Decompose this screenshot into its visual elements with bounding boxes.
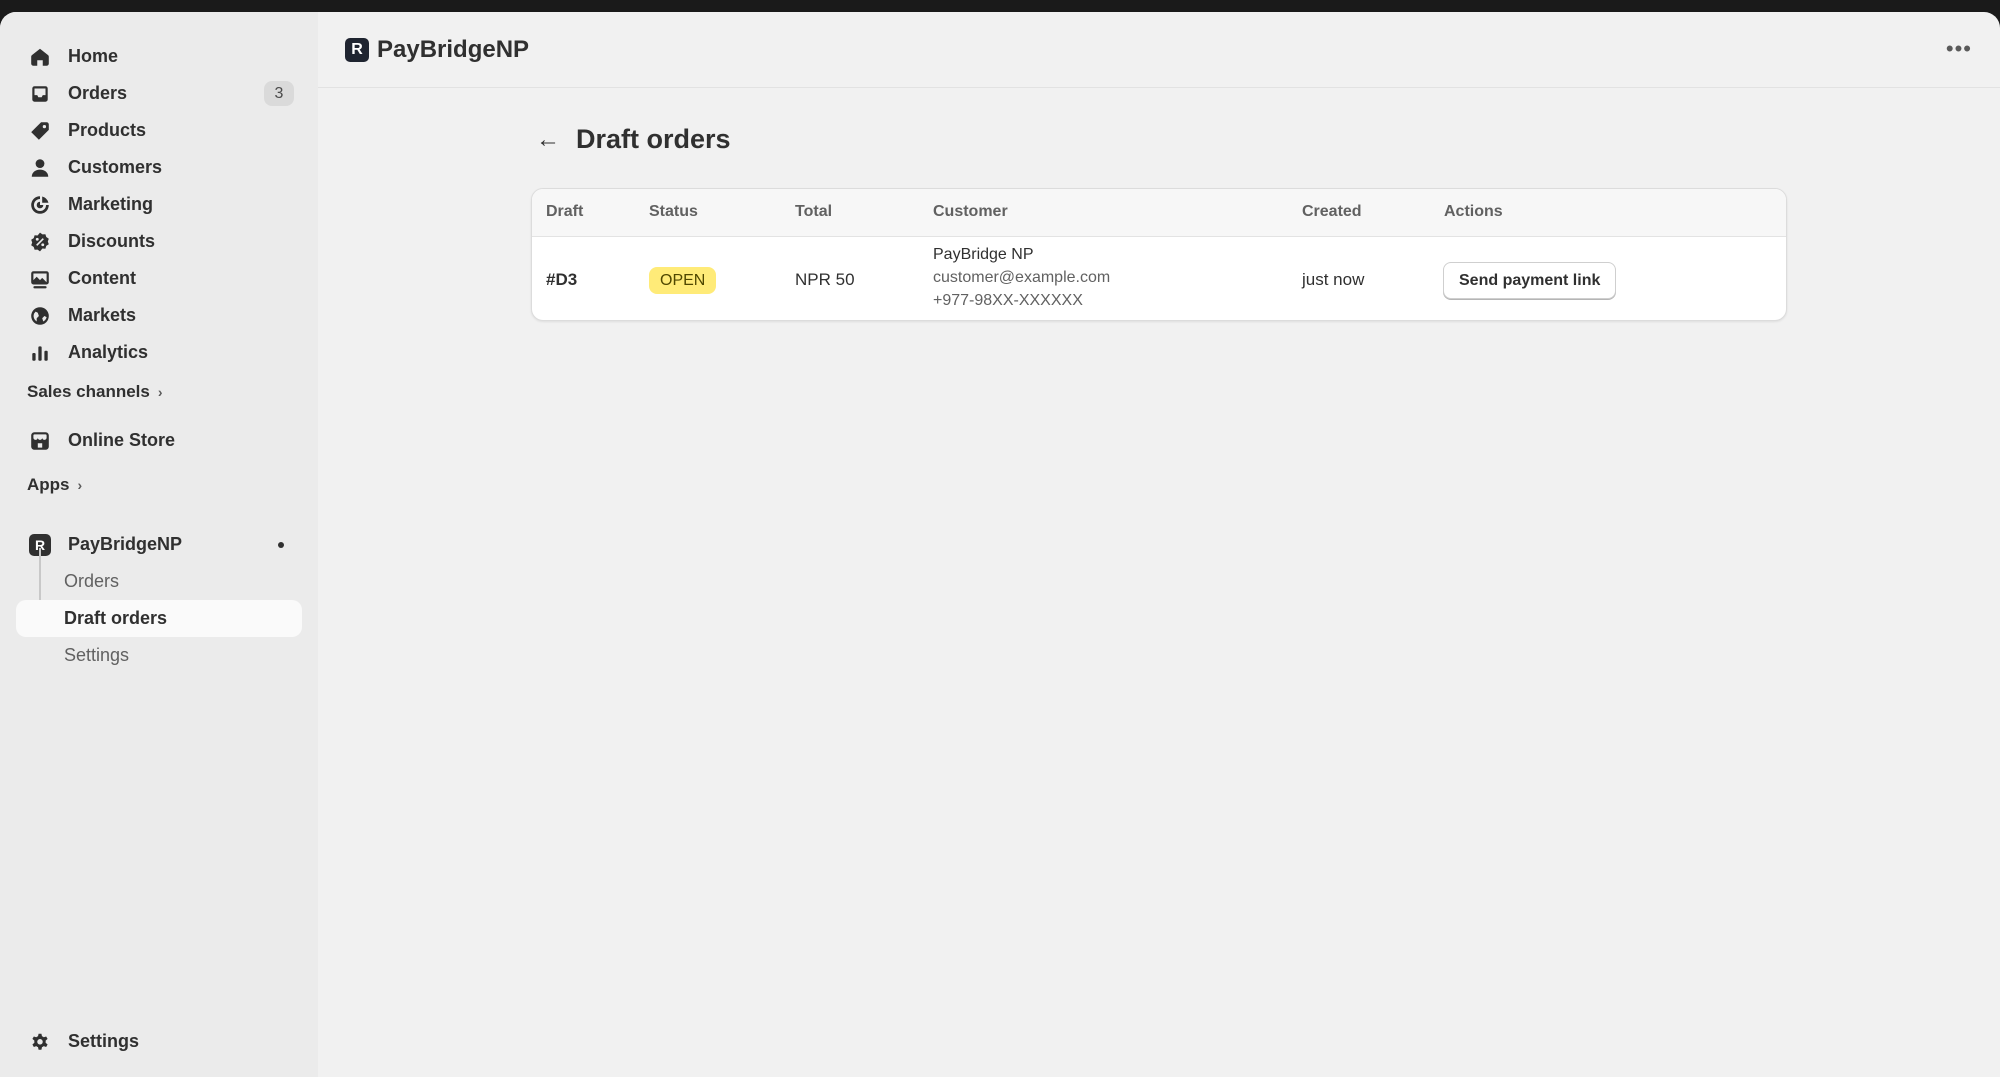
person-icon: [28, 156, 52, 180]
column-header-total: Total: [795, 203, 833, 220]
sidebar-item-paybridgenp[interactable]: R PayBridgeNP: [16, 526, 302, 563]
app-window: Home Orders 3 Products Customers Marketi…: [0, 12, 2000, 1077]
app-title: PayBridgeNP: [377, 35, 530, 63]
page-header: ← Draft orders: [536, 124, 731, 155]
chevron-right-icon: ›: [157, 384, 163, 400]
sidebar-item-label: Online Store: [68, 430, 176, 450]
arrow-left-icon[interactable]: ←: [536, 126, 562, 154]
home-icon: [28, 45, 52, 69]
sidebar-subitem-label: Orders: [64, 571, 120, 591]
sidebar: Home Orders 3 Products Customers Marketi…: [0, 12, 318, 1077]
sidebar-item-marketing[interactable]: Marketing: [16, 186, 302, 223]
sidebar-item-settings[interactable]: Settings: [16, 1023, 302, 1060]
table-header: Draft Status Total Customer Created Acti…: [532, 189, 1786, 237]
sidebar-item-label: Settings: [68, 1031, 140, 1051]
sidebar-item-online-store[interactable]: Online Store: [16, 422, 302, 459]
sidebar-subitem-label: Draft orders: [64, 608, 168, 628]
draft-id[interactable]: #D3: [546, 270, 577, 290]
apps-heading[interactable]: Apps ›: [27, 475, 82, 495]
store-icon: [28, 429, 52, 453]
sidebar-item-label: Customers: [68, 157, 163, 177]
sidebar-item-label: Markets: [68, 305, 137, 325]
paybridgenp-logo-icon: R: [345, 37, 369, 62]
sidebar-item-home[interactable]: Home: [16, 38, 302, 75]
page-title: Draft orders: [576, 124, 731, 154]
globe-icon: [28, 304, 52, 328]
customer-name: PayBridge NP: [933, 246, 1034, 263]
sidebar-subitem-draft-orders[interactable]: Draft orders: [16, 600, 302, 637]
active-app-dot: [278, 542, 284, 548]
chevron-right-icon: ›: [77, 477, 83, 493]
sidebar-item-label: Content: [68, 268, 136, 288]
app-header: R PayBridgeNP •••: [318, 12, 2000, 88]
sidebar-item-label: Orders: [68, 83, 128, 103]
customer-email: customer@example.com: [933, 269, 1111, 286]
status-badge: OPEN: [649, 267, 717, 294]
sidebar-subitem-settings[interactable]: Settings: [16, 637, 302, 674]
sidebar-item-label: Products: [68, 120, 147, 140]
sidebar-item-content[interactable]: Content: [16, 260, 302, 297]
sales-channels-heading[interactable]: Sales channels ›: [27, 382, 163, 402]
column-header-customer: Customer: [933, 203, 1008, 220]
sidebar-item-products[interactable]: Products: [16, 112, 302, 149]
sidebar-item-label: Home: [68, 46, 119, 66]
sidebar-item-customers[interactable]: Customers: [16, 149, 302, 186]
discount-icon: [28, 230, 52, 254]
sidebar-item-analytics[interactable]: Analytics: [16, 334, 302, 371]
more-options-icon[interactable]: •••: [1946, 36, 1972, 62]
sidebar-item-markets[interactable]: Markets: [16, 297, 302, 334]
column-header-status: Status: [649, 203, 698, 220]
image-icon: [28, 267, 52, 291]
sidebar-item-label: Discounts: [68, 231, 156, 251]
sidebar-item-orders[interactable]: Orders 3: [16, 75, 302, 112]
sidebar-item-label: PayBridgeNP: [68, 534, 183, 554]
orders-count-badge: 3: [264, 81, 294, 106]
draft-orders-table: Draft Status Total Customer Created Acti…: [531, 188, 1787, 321]
column-header-actions: Actions: [1444, 203, 1503, 220]
sidebar-item-label: Analytics: [68, 342, 149, 362]
tag-icon: [28, 119, 52, 143]
send-payment-link-button[interactable]: Send payment link: [1443, 262, 1617, 299]
sidebar-item-label: Marketing: [68, 194, 154, 214]
sidebar-subitem-label: Settings: [64, 645, 130, 665]
sidebar-item-discounts[interactable]: Discounts: [16, 223, 302, 260]
created-time: just now: [1302, 270, 1365, 289]
order-total: NPR 50: [795, 270, 855, 289]
customer-phone: +977-98XX-XXXXXX: [933, 292, 1083, 309]
inbox-icon: [28, 82, 52, 106]
bar-chart-icon: [28, 341, 52, 365]
column-header-created: Created: [1302, 203, 1362, 220]
gear-icon: [28, 1030, 52, 1054]
target-icon: [28, 193, 52, 217]
column-header-draft: Draft: [546, 203, 584, 220]
sidebar-subitem-orders[interactable]: Orders: [16, 563, 302, 600]
